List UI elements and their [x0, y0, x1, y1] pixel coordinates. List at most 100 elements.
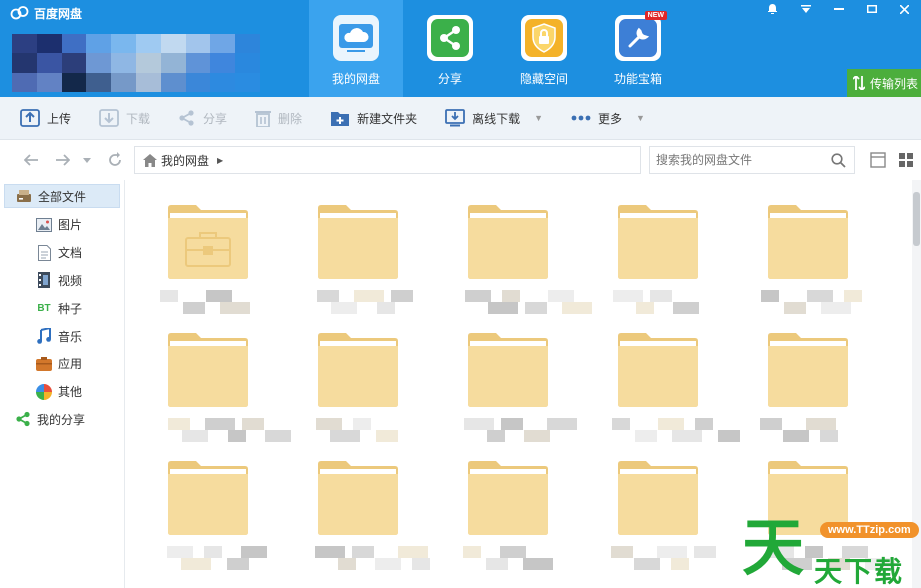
sidebar-item-apps[interactable]: 应用: [0, 350, 124, 378]
folder-icon: [768, 205, 848, 279]
folder-name-pixelated: [300, 418, 430, 444]
nav-hidden-space[interactable]: 隐藏空间: [497, 0, 591, 97]
folder-item[interactable]: [600, 204, 750, 332]
share-icon: [15, 411, 31, 427]
chevron-down-icon[interactable]: ▼: [534, 113, 543, 123]
download-icon: [99, 109, 119, 127]
folder-icon: [618, 461, 698, 535]
sidebar-item-videos[interactable]: 视频: [0, 267, 124, 295]
new-folder-icon: [331, 112, 350, 126]
list-view-icon[interactable]: [870, 152, 886, 168]
maximize-icon[interactable]: [855, 0, 888, 18]
refresh-icon[interactable]: [104, 149, 126, 171]
folder-name-pixelated: [600, 418, 740, 444]
transfer-list-button[interactable]: 传输列表: [847, 69, 921, 97]
sidebar-item-documents[interactable]: 文档: [0, 239, 124, 267]
close-icon[interactable]: [888, 0, 921, 18]
new-folder-button[interactable]: 新建文件夹: [330, 106, 417, 130]
folder-icon: [468, 205, 548, 279]
folder-icon: [318, 461, 398, 535]
folder-name-pixelated: [150, 290, 280, 316]
folder-item[interactable]: [750, 204, 900, 332]
folder-icon: [468, 333, 548, 407]
folder-item[interactable]: [600, 460, 750, 588]
window-controls: [756, 0, 921, 18]
search-box[interactable]: [649, 146, 855, 174]
minimize-icon[interactable]: [822, 0, 855, 18]
more-button[interactable]: 更多 ▼: [571, 106, 645, 130]
main-nav: 我的网盘 分享 隐藏空间 NEW 功能宝箱: [309, 0, 685, 97]
sidebar-item-music[interactable]: 音乐: [0, 322, 124, 350]
video-icon: [36, 272, 52, 289]
download-button[interactable]: 下载: [99, 106, 150, 130]
music-icon: [36, 328, 52, 344]
folder-item[interactable]: [450, 332, 600, 460]
watermark-text: 天下载: [814, 555, 905, 588]
share-button[interactable]: 分享: [178, 106, 227, 130]
sidebar-item-torrents[interactable]: BT 种子: [0, 294, 124, 322]
baidu-cloud-logo-icon: [10, 6, 29, 20]
toolbar: 上传 下载 分享 删除 新建文件夹 离线下载 ▼ 更多 ▼: [0, 97, 921, 140]
folder-item[interactable]: [150, 204, 300, 332]
cloud-icon: [333, 15, 379, 61]
share-icon: [179, 110, 194, 126]
menu-dropdown-icon[interactable]: [789, 0, 822, 18]
skin-icon[interactable]: [756, 0, 789, 18]
history-dropdown-icon[interactable]: [76, 149, 98, 171]
sidebar-item-all-files[interactable]: 全部文件: [4, 184, 120, 208]
back-arrow-icon[interactable]: [20, 149, 42, 171]
breadcrumb-my-drive[interactable]: 我的网盘: [161, 152, 209, 169]
search-icon[interactable]: [831, 153, 846, 171]
sidebar-item-other[interactable]: 其他: [0, 378, 124, 406]
more-dots-icon: [571, 115, 591, 121]
sidebar-item-images[interactable]: 图片: [0, 211, 124, 239]
nav-share[interactable]: 分享: [403, 0, 497, 97]
folder-item[interactable]: [300, 332, 450, 460]
offline-download-button[interactable]: 离线下载 ▼: [445, 106, 543, 130]
lock-shield-icon: [521, 15, 567, 61]
breadcrumb[interactable]: 我的网盘 ▶: [134, 146, 641, 174]
folder-item[interactable]: [450, 460, 600, 588]
folder-item[interactable]: [600, 332, 750, 460]
folder-item[interactable]: [300, 204, 450, 332]
forward-arrow-icon[interactable]: [52, 149, 74, 171]
folder-name-pixelated: [750, 418, 880, 444]
chevron-down-icon[interactable]: ▼: [636, 113, 645, 123]
app-icon: [36, 356, 52, 372]
folder-icon: [168, 333, 248, 407]
upload-icon: [20, 109, 40, 127]
offline-download-icon: [445, 109, 465, 127]
folder-name-pixelated: [450, 290, 592, 316]
folder-icon: [168, 205, 248, 279]
folder-name-pixelated: [600, 546, 730, 572]
nav-toolbox[interactable]: NEW 功能宝箱: [591, 0, 685, 97]
folder-icon: [768, 333, 848, 407]
folder-item[interactable]: [750, 332, 900, 460]
scrollbar-thumb[interactable]: [913, 192, 920, 246]
folder-icon: [618, 205, 698, 279]
address-bar: 我的网盘 ▶: [0, 140, 921, 180]
search-input[interactable]: [656, 148, 826, 172]
watermark-url: www.TTzip.com: [820, 522, 919, 538]
folder-name-pixelated: [450, 418, 580, 444]
nav-my-drive[interactable]: 我的网盘: [309, 0, 403, 97]
bt-icon: BT: [37, 302, 51, 314]
delete-button[interactable]: 删除: [255, 106, 302, 130]
grid-view-icon[interactable]: [898, 152, 914, 168]
chevron-right-icon[interactable]: ▶: [217, 156, 223, 165]
folder-item[interactable]: [450, 204, 600, 332]
document-icon: [36, 244, 52, 261]
app-header: 百度网盘 我的网盘 分享 隐藏空间 NEW 功能宝箱 传输列表: [0, 0, 921, 97]
folder-item[interactable]: [300, 460, 450, 588]
folder-name-pixelated: [300, 546, 430, 572]
sidebar-item-my-shares[interactable]: 我的分享: [0, 406, 124, 434]
user-avatar-pixelated: [12, 34, 260, 92]
home-icon[interactable]: [143, 153, 157, 167]
sidebar: 全部文件 图片 文档 视频 BT 种子 音乐 应用 其他 我的分享: [0, 180, 125, 588]
folder-item[interactable]: [150, 332, 300, 460]
toolbox-icon: NEW: [615, 11, 667, 61]
upload-button[interactable]: 上传: [20, 106, 71, 130]
new-badge: NEW: [644, 11, 667, 20]
folder-icon: [318, 205, 398, 279]
folder-item[interactable]: [150, 460, 300, 588]
